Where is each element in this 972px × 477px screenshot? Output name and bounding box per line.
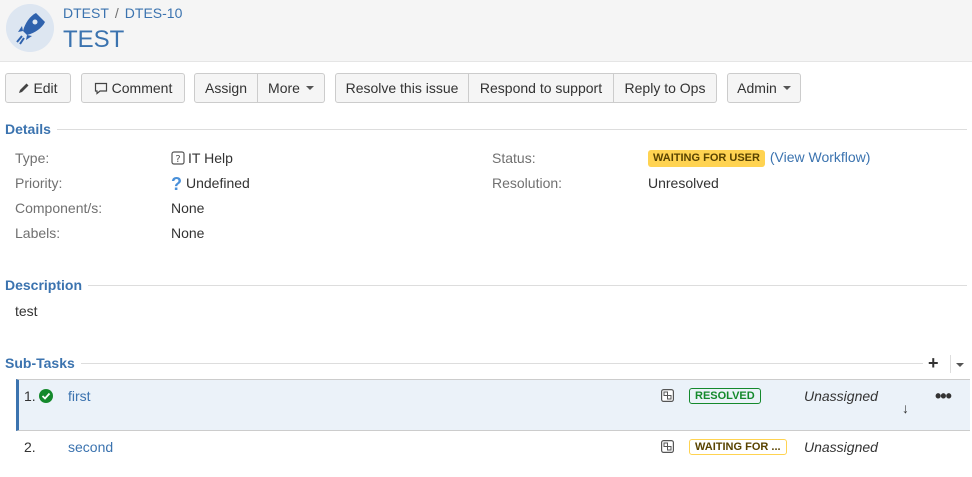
- question-mark-icon: ?: [171, 174, 182, 194]
- subtasks-divider: [5, 363, 923, 364]
- status-value: WAITING FOR USER (View Workflow): [648, 149, 870, 167]
- subtask-assignee: Unassigned: [804, 388, 878, 404]
- type-value-text: IT Help: [188, 150, 233, 166]
- view-workflow-link[interactable]: (View Workflow): [770, 149, 871, 165]
- subtask-assignee: Unassigned: [804, 439, 878, 455]
- check-circle-icon: [39, 389, 53, 403]
- subtask-summary-link[interactable]: first: [68, 388, 91, 404]
- description-divider: [5, 285, 967, 286]
- issue-header: DTEST / DTES-10 TEST: [0, 0, 972, 62]
- table-row[interactable]: 2. second WAITING FOR ... Unassigned: [16, 431, 970, 461]
- subtask-type-icon: [661, 440, 674, 453]
- breadcrumb: DTEST / DTES-10: [63, 5, 182, 21]
- components-label: Component/s:: [15, 200, 103, 216]
- subtask-number: 2.: [24, 439, 36, 455]
- assign-button[interactable]: Assign: [194, 73, 258, 103]
- more-label: More: [268, 80, 300, 96]
- pencil-icon: [19, 83, 29, 93]
- svg-text:?: ?: [175, 154, 180, 165]
- subtask-type-icon: [661, 389, 674, 402]
- respond-to-support-button[interactable]: Respond to support: [469, 73, 614, 103]
- add-subtask-icon[interactable]: +: [928, 354, 939, 372]
- more-actions-icon[interactable]: •••: [935, 386, 952, 407]
- reply-to-ops-button[interactable]: Reply to Ops: [614, 73, 717, 103]
- resolution-label: Resolution:: [492, 175, 563, 191]
- comment-icon: [94, 82, 107, 95]
- subtasks-heading[interactable]: Sub-Tasks: [5, 355, 81, 371]
- subtask-summary-link[interactable]: second: [68, 439, 113, 455]
- components-value: None: [171, 200, 205, 216]
- status-badge: RESOLVED: [689, 388, 761, 404]
- table-row[interactable]: 1. first RESOLVED Unassigned ↓ •••: [16, 379, 970, 431]
- breadcrumb-separator: /: [114, 5, 119, 21]
- status-label: Status:: [492, 150, 536, 166]
- breadcrumb-project[interactable]: DTEST: [63, 5, 109, 21]
- page-title[interactable]: TEST: [63, 26, 124, 54]
- status-badge: WAITING FOR USER: [648, 150, 765, 167]
- description-heading[interactable]: Description: [5, 277, 89, 293]
- labels-label: Labels:: [15, 225, 61, 241]
- admin-button[interactable]: Admin: [727, 73, 801, 103]
- labels-value: None: [171, 225, 205, 241]
- priority-value-text: Undefined: [186, 175, 250, 191]
- it-help-icon: ?: [171, 151, 185, 165]
- description-text[interactable]: test: [15, 303, 38, 319]
- type-label: Type:: [15, 150, 50, 166]
- subtask-number: 1.: [24, 388, 36, 404]
- more-button[interactable]: More: [258, 73, 325, 103]
- arrow-down-icon[interactable]: ↓: [902, 400, 909, 416]
- comment-label: Comment: [111, 80, 173, 96]
- rocket-icon: [6, 4, 54, 52]
- status-badge: WAITING FOR ...: [689, 439, 787, 455]
- resolve-issue-button[interactable]: Resolve this issue: [335, 73, 469, 103]
- breadcrumb-issue-key[interactable]: DTES-10: [125, 5, 183, 21]
- edit-button[interactable]: Edit: [5, 73, 71, 103]
- comment-button[interactable]: Comment: [81, 73, 185, 103]
- admin-label: Admin: [737, 80, 777, 96]
- project-avatar[interactable]: [6, 4, 54, 52]
- type-value: ? IT Help: [171, 150, 233, 166]
- chevron-down-icon: [305, 86, 314, 91]
- resolution-value: Unresolved: [648, 175, 719, 191]
- details-heading[interactable]: Details: [5, 121, 57, 137]
- priority-label: Priority:: [15, 175, 63, 191]
- edit-label: Edit: [33, 80, 58, 96]
- details-divider: [5, 129, 967, 130]
- chevron-down-icon: [782, 86, 791, 91]
- chevron-down-icon[interactable]: [956, 363, 964, 367]
- priority-value: ? Undefined: [171, 174, 250, 194]
- subtasks-menu-divider: [950, 355, 951, 373]
